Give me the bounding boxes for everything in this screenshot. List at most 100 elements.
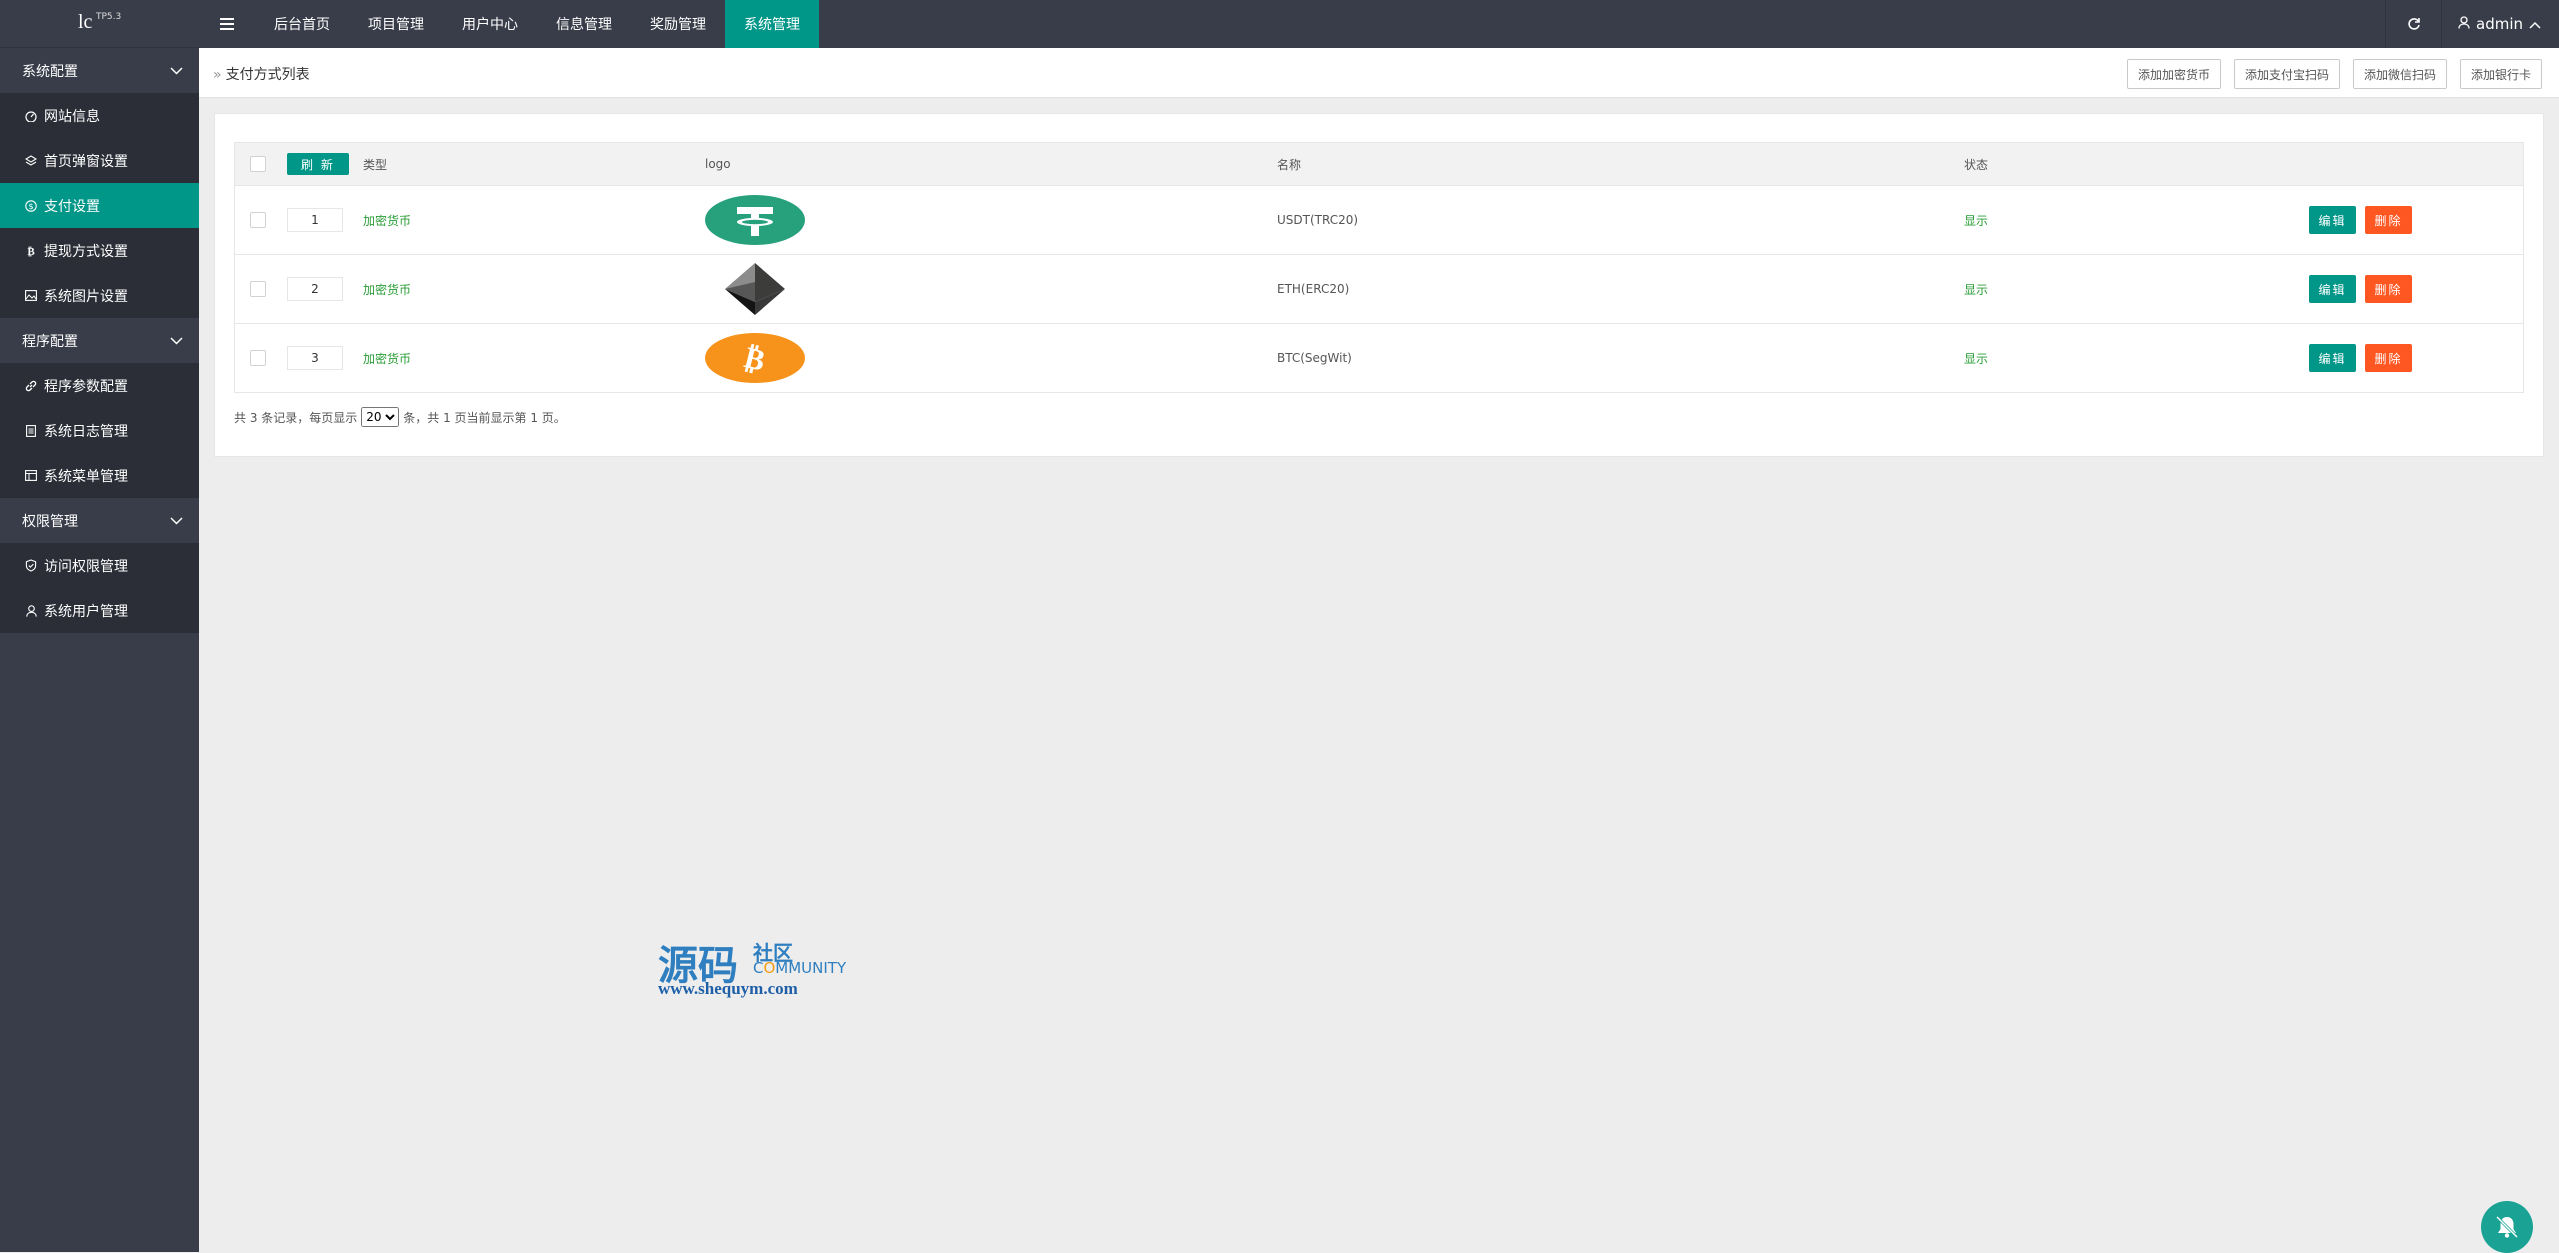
type-link[interactable]: 加密货币 xyxy=(363,186,411,254)
hamburger-icon[interactable] xyxy=(199,0,255,48)
row-checkbox[interactable] xyxy=(250,212,266,228)
payment-name: ETH(ERC20) xyxy=(1277,282,1350,296)
sidebar-item-system-menus[interactable]: 系统菜单管理 xyxy=(0,453,199,498)
header-logo: logo xyxy=(705,157,731,171)
add-wechat-button[interactable]: 添加微信扫码 xyxy=(2352,59,2447,89)
sidebar-group-system-config[interactable]: 系统配置 xyxy=(0,48,199,93)
row-checkbox[interactable] xyxy=(250,281,266,297)
sort-input[interactable]: 1 xyxy=(287,208,343,232)
file-icon xyxy=(24,424,38,437)
sidebar-item-site-info[interactable]: 网站信息 xyxy=(0,93,199,138)
breadcrumb-bar: » 支付方式列表 添加加密货币 添加支付宝扫码 添加微信扫码 添加银行卡 xyxy=(199,48,2559,98)
topnav-item-users[interactable]: 用户中心 xyxy=(443,0,537,48)
sidebar-item-label: 系统菜单管理 xyxy=(44,468,128,485)
add-bank-card-button[interactable]: 添加银行卡 xyxy=(2459,59,2542,89)
sidebar-item-access-permissions[interactable]: 访问权限管理 xyxy=(0,543,199,588)
sidebar-item-label: 系统日志管理 xyxy=(44,423,128,440)
sidebar-item-image-settings[interactable]: 系统图片设置 xyxy=(0,273,199,318)
user-icon xyxy=(2458,15,2470,33)
topnav-item-rewards[interactable]: 奖励管理 xyxy=(631,0,725,48)
sidebar-item-system-users[interactable]: 系统用户管理 xyxy=(0,588,199,633)
pager-suffix: 条，共 1 页当前显示第 1 页。 xyxy=(403,410,566,425)
dollar-icon: $ xyxy=(24,199,38,212)
sidebar-item-label: 网站信息 xyxy=(44,108,100,125)
sidebar-item-label: 支付设置 xyxy=(44,198,100,215)
payment-table: 刷 新 类型 logo 名称 状态 1 加密货币 USDT(TRC20) 显示 … xyxy=(234,142,2524,393)
pagination: 共 3 条记录，每页显示 10 20 30 40 50 条，共 1 页当前显示第… xyxy=(234,407,566,427)
notification-off-icon[interactable] xyxy=(2481,1201,2533,1253)
pager-prefix: 共 3 条记录，每页显示 xyxy=(234,410,358,425)
user-icon xyxy=(24,604,38,617)
header-name: 名称 xyxy=(1277,157,1302,172)
status-badge: 显示 xyxy=(1964,282,1989,297)
image-icon xyxy=(24,290,38,301)
sidebar-item-label: 访问权限管理 xyxy=(44,558,128,575)
logo-text: lc xyxy=(78,11,93,33)
sidebar-item-home-popup[interactable]: 首页弹窗设置 xyxy=(0,138,199,183)
chevron-down-icon xyxy=(170,63,183,79)
chevron-down-icon xyxy=(170,513,183,529)
sidebar-item-payment-settings[interactable]: $ 支付设置 xyxy=(0,183,199,228)
edit-button[interactable]: 编辑 xyxy=(2309,344,2356,372)
user-name: admin xyxy=(2476,15,2523,33)
type-link[interactable]: 加密货币 xyxy=(363,324,411,392)
bitcoin-icon: ₿ xyxy=(24,245,38,257)
payment-name: USDT(TRC20) xyxy=(1277,213,1359,227)
table-header: 刷 新 类型 logo 名称 状态 xyxy=(235,143,2523,185)
chevron-down-icon xyxy=(170,333,183,349)
top-bar: lc TP5.3 后台首页 项目管理 用户中心 信息管理 奖励管理 系统管理 a… xyxy=(0,0,2559,48)
svg-text:$: $ xyxy=(28,202,33,211)
type-link[interactable]: 加密货币 xyxy=(363,255,411,323)
delete-button[interactable]: 删除 xyxy=(2365,275,2412,303)
sidebar-item-withdraw-settings[interactable]: ₿ 提现方式设置 xyxy=(0,228,199,273)
table-icon xyxy=(24,470,38,481)
bitcoin-logo: ₿ xyxy=(705,324,805,392)
table-row: 1 加密货币 USDT(TRC20) 显示 编辑 删除 xyxy=(235,185,2523,254)
sidebar-group-label: 系统配置 xyxy=(22,63,78,80)
sort-input[interactable]: 2 xyxy=(287,277,343,301)
refresh-button[interactable]: 刷 新 xyxy=(287,153,349,175)
status-badge: 显示 xyxy=(1964,213,1989,228)
sidebar-group-program-config[interactable]: 程序配置 xyxy=(0,318,199,363)
delete-button[interactable]: 删除 xyxy=(2365,206,2412,234)
refresh-icon[interactable] xyxy=(2385,0,2441,48)
top-nav: 后台首页 项目管理 用户中心 信息管理 奖励管理 系统管理 xyxy=(255,0,819,48)
double-chevron-icon: » xyxy=(213,67,222,83)
sidebar-item-system-logs[interactable]: 系统日志管理 xyxy=(0,408,199,453)
shield-icon xyxy=(24,559,38,572)
watermark: 源码 社区 COMMUNITY www.shequym.com xyxy=(658,933,858,1003)
sort-input[interactable]: 3 xyxy=(287,346,343,370)
edit-button[interactable]: 编辑 xyxy=(2309,275,2356,303)
page-size-select[interactable]: 10 20 30 40 50 xyxy=(361,407,400,427)
add-alipay-button[interactable]: 添加支付宝扫码 xyxy=(2233,59,2340,89)
sidebar-item-label: 首页弹窗设置 xyxy=(44,153,128,170)
sidebar-item-label: 系统用户管理 xyxy=(44,603,128,620)
user-menu[interactable]: admin xyxy=(2441,0,2559,48)
select-all-checkbox[interactable] xyxy=(250,156,266,172)
sidebar-group-permissions[interactable]: 权限管理 xyxy=(0,498,199,543)
topnav-item-system[interactable]: 系统管理 xyxy=(725,0,819,48)
app-logo[interactable]: lc TP5.3 xyxy=(0,0,199,48)
layers-icon xyxy=(24,154,38,167)
header-type: 类型 xyxy=(363,157,388,172)
add-crypto-button[interactable]: 添加加密货币 xyxy=(2126,59,2221,89)
breadcrumb: » 支付方式列表 xyxy=(213,64,310,84)
sidebar-item-label: 提现方式设置 xyxy=(44,243,128,260)
sidebar-group-label: 权限管理 xyxy=(22,513,78,530)
payment-name: BTC(SegWit) xyxy=(1277,351,1352,365)
chevron-up-icon xyxy=(2529,15,2541,33)
topnav-item-info[interactable]: 信息管理 xyxy=(537,0,631,48)
topnav-item-home[interactable]: 后台首页 xyxy=(255,0,349,48)
watermark-url: www.shequym.com xyxy=(658,979,798,998)
row-checkbox[interactable] xyxy=(250,350,266,366)
table-row: 2 加密货币 ETH(ERC20) 显示 编辑 删除 xyxy=(235,254,2523,323)
sidebar: 系统配置 网站信息 首页弹窗设置 $ 支付设置 ₿ 提现方式设置 系统图片设置 … xyxy=(0,48,199,1252)
edit-button[interactable]: 编辑 xyxy=(2309,206,2356,234)
sidebar-item-program-params[interactable]: 程序参数配置 xyxy=(0,363,199,408)
page-title: 支付方式列表 xyxy=(225,67,310,83)
status-badge: 显示 xyxy=(1964,351,1989,366)
topnav-item-projects[interactable]: 项目管理 xyxy=(349,0,443,48)
delete-button[interactable]: 删除 xyxy=(2365,344,2412,372)
table-row: 3 加密货币 ₿ BTC(SegWit) 显示 编辑 删除 xyxy=(235,323,2523,392)
ethereum-logo xyxy=(705,255,805,323)
